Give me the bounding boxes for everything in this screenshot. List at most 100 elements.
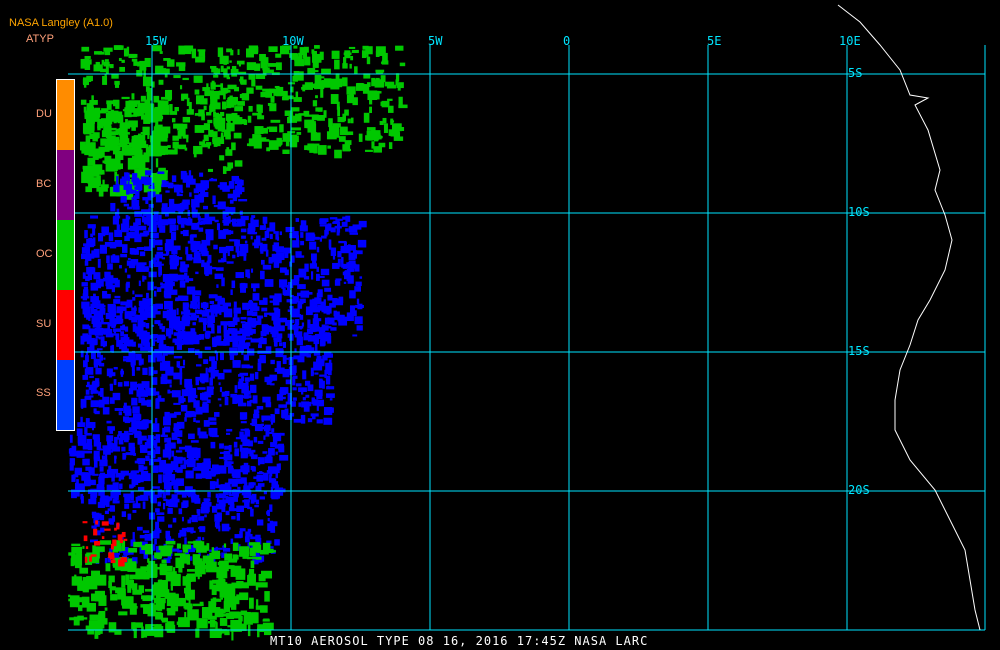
aerosol-pixel: [99, 540, 112, 545]
aerosol-pixel: [159, 326, 166, 330]
aerosol-pixel: [250, 465, 255, 471]
aerosol-pixel: [100, 317, 104, 324]
aerosol-pixel: [219, 404, 222, 407]
aerosol-pixel: [119, 265, 122, 269]
aerosol-pixel: [332, 221, 341, 224]
aerosol-pixel: [188, 278, 194, 282]
aerosol-pixel: [226, 335, 236, 342]
aerosol-pixel: [312, 416, 316, 420]
aerosol-pixel: [146, 292, 149, 299]
aerosol-pixel: [89, 375, 94, 379]
aerosol-pixel: [82, 272, 86, 279]
aerosol-pixel: [76, 428, 83, 436]
aerosol-pixel: [233, 98, 237, 106]
aerosol-pixel: [323, 417, 333, 425]
aerosol-pixel: [319, 218, 327, 225]
aerosol-pixel: [301, 391, 304, 395]
aerosol-pixel: [282, 342, 286, 348]
aerosol-pixel: [240, 286, 246, 293]
aerosol-pixel: [274, 408, 280, 415]
aerosol-pixel: [241, 364, 250, 369]
aerosol-pixel: [234, 451, 238, 456]
aerosol-pixel: [256, 405, 264, 410]
aerosol-pixel: [223, 106, 232, 109]
aerosol-pixel: [106, 420, 112, 424]
aerosol-pixel: [243, 390, 251, 395]
aerosol-pixel: [107, 426, 115, 431]
aerosol-pixel: [304, 114, 313, 117]
lon-label-5w: 5W: [428, 34, 443, 48]
aerosol-pixel: [228, 490, 232, 497]
aerosol-pixel: [104, 510, 109, 515]
aerosol-pixel: [102, 160, 107, 164]
aerosol-pixel: [255, 605, 265, 610]
aerosol-pixel: [304, 119, 315, 129]
aerosol-pixel: [363, 84, 369, 88]
aerosol-pixel: [118, 559, 125, 567]
aerosol-pixel: [199, 373, 209, 383]
aerosol-pixel: [246, 556, 257, 560]
aerosol-pixel: [192, 603, 204, 607]
aerosol-pixel: [131, 101, 138, 108]
aerosol-pixel: [240, 321, 246, 324]
aerosol-pixel: [69, 447, 73, 457]
aerosol-pixel: [86, 75, 93, 82]
aerosol-pixel: [313, 131, 317, 138]
aerosol-pixel: [278, 396, 286, 400]
aerosol-pixel: [248, 74, 256, 80]
aerosol-pixel: [209, 300, 215, 304]
aerosol-pixel: [233, 441, 238, 448]
aerosol-pixel: [230, 289, 233, 296]
aerosol-pixel: [227, 193, 234, 199]
aerosol-pixel: [168, 198, 175, 208]
aerosol-pixel: [222, 503, 226, 507]
aerosol-pixel: [166, 446, 172, 453]
aerosol-pixel: [117, 382, 123, 387]
aerosol-pixel: [320, 333, 330, 342]
aerosol-pixel: [252, 449, 256, 453]
aerosol-pixel: [356, 325, 363, 331]
aerosol-pixel: [255, 85, 263, 90]
aerosol-pixel: [83, 360, 88, 368]
aerosol-pixel: [131, 397, 138, 406]
aerosol-pixel: [71, 492, 77, 496]
aerosol-pixel: [344, 271, 349, 280]
aerosol-pixel: [176, 308, 179, 315]
aerosol-pixel: [321, 80, 330, 86]
aerosol-pixel: [275, 231, 279, 240]
aerosol-pixel: [115, 114, 124, 123]
aerosol-pixel: [93, 408, 97, 414]
aerosol-pixel: [127, 339, 134, 347]
aerosol-pixel: [398, 96, 403, 106]
aerosol-pixel: [191, 222, 200, 230]
aerosol-pixel: [127, 206, 133, 210]
aerosol-pixel: [316, 275, 325, 279]
aerosol-pixel: [108, 552, 115, 559]
aerosol-pixel: [272, 521, 278, 527]
aerosol-pixel: [225, 510, 230, 516]
lon-label-5e: 5E: [707, 34, 722, 48]
aerosol-pixel: [167, 556, 172, 560]
aerosol-pixel: [236, 505, 245, 513]
aerosol-pixel: [341, 256, 344, 263]
aerosol-pixel: [97, 258, 101, 268]
aerosol-pixel: [78, 582, 90, 590]
aerosol-pixel: [245, 269, 250, 278]
aerosol-pixel: [248, 483, 253, 489]
aerosol-pixel: [197, 427, 201, 436]
aerosol-pixel: [280, 387, 285, 396]
aerosol-pixel: [227, 116, 231, 122]
aerosol-pixel: [194, 565, 206, 575]
aerosol-pixel: [177, 193, 183, 197]
aerosol-pixel: [84, 55, 91, 59]
aerosol-pixel: [198, 516, 205, 521]
aerosol-pixel: [187, 493, 191, 498]
aerosol-pixel: [107, 263, 113, 270]
aerosol-pixel: [109, 383, 113, 387]
aerosol-pixel: [137, 318, 144, 326]
aerosol-pixel: [241, 93, 250, 101]
aerosol-pixel: [269, 504, 273, 512]
aerosol-pixel: [134, 186, 141, 190]
aerosol-pixel: [244, 428, 249, 431]
aerosol-pixel: [187, 217, 191, 221]
